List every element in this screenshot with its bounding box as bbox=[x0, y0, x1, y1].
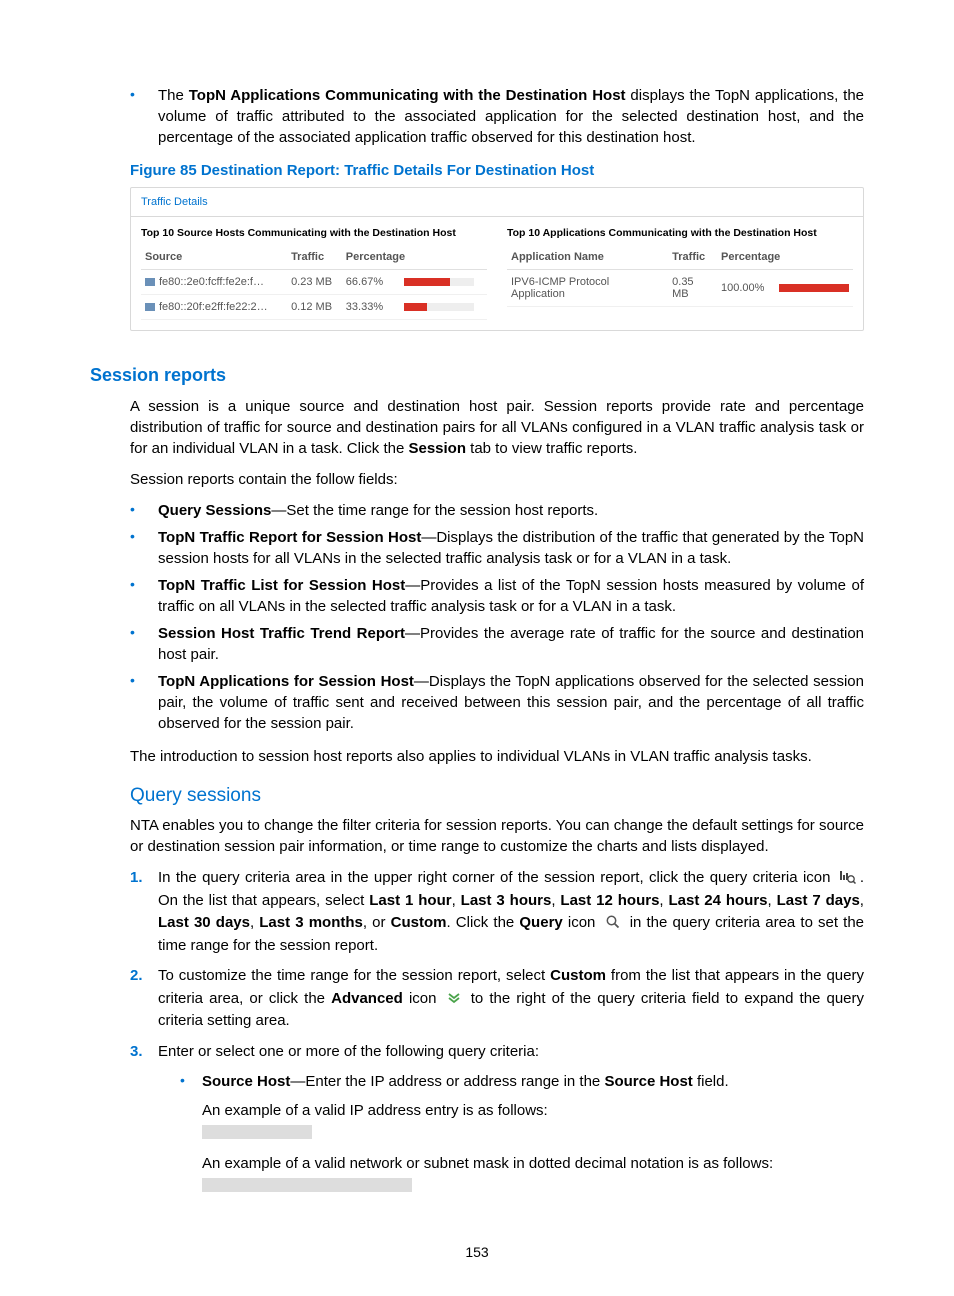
cell-source: fe80::2e0:fcff:fe2e:f… bbox=[141, 270, 287, 295]
search-icon bbox=[605, 914, 621, 930]
table-row: IPV6-ICMP Protocol Application0.35 MB100… bbox=[507, 270, 853, 307]
field-name: TopN Traffic List for Session Host bbox=[158, 577, 405, 594]
text: field. bbox=[693, 1073, 729, 1090]
figure-caption: Figure 85 Destination Report: Traffic De… bbox=[130, 162, 864, 179]
text: —Enter the IP address or address range i… bbox=[290, 1073, 604, 1090]
left-column: Top 10 Source Hosts Communicating with t… bbox=[141, 221, 487, 320]
cell-pct-bar bbox=[775, 270, 853, 307]
query-intro: NTA enables you to change the filter cri… bbox=[130, 815, 864, 857]
cell-traffic: 0.12 MB bbox=[287, 295, 342, 320]
field-item: Session Host Traffic Trend Report—Provid… bbox=[130, 623, 864, 665]
field-desc: —Set the time range for the session host… bbox=[271, 502, 598, 519]
field-name: Session Host Traffic Trend Report bbox=[158, 625, 405, 642]
field-name: TopN Applications for Session Host bbox=[158, 673, 414, 690]
bold-source-host: Source Host bbox=[202, 1073, 290, 1090]
right-column: Top 10 Applications Communicating with t… bbox=[507, 221, 853, 320]
text: icon bbox=[563, 914, 596, 931]
left-subtitle: Top 10 Source Hosts Communicating with t… bbox=[141, 221, 487, 245]
time-range-option: Last 1 hour bbox=[369, 892, 451, 909]
time-range-option: Last 3 hours bbox=[461, 892, 552, 909]
applications-table: Application Name Traffic Percentage IPV6… bbox=[507, 245, 853, 307]
field-name: Query Sessions bbox=[158, 502, 271, 519]
text: Enter or select one or more of the follo… bbox=[158, 1043, 539, 1060]
step-3: Enter or select one or more of the follo… bbox=[130, 1041, 864, 1207]
step-2: To customize the time range for the sess… bbox=[130, 965, 864, 1033]
field-item: TopN Traffic List for Session Host—Provi… bbox=[130, 575, 864, 617]
bold-custom: Custom bbox=[550, 967, 606, 984]
field-name: TopN Traffic Report for Session Host bbox=[158, 529, 421, 546]
table-row: fe80::20f:e2ff:fe22:2…0.12 MB33.33% bbox=[141, 295, 487, 320]
session-paragraph-2: Session reports contain the follow field… bbox=[130, 469, 864, 490]
session-intro-end: The introduction to session host reports… bbox=[130, 746, 864, 767]
bold-field: Source Host bbox=[604, 1073, 692, 1090]
page-number: 153 bbox=[0, 1244, 954, 1260]
example-2-placeholder bbox=[202, 1178, 412, 1192]
bold-tab-name: Session bbox=[408, 440, 466, 457]
cell-pct-bar bbox=[400, 270, 487, 295]
right-subtitle: Top 10 Applications Communicating with t… bbox=[507, 221, 853, 245]
example-1-placeholder bbox=[202, 1125, 312, 1139]
cell-appname: IPV6-ICMP Protocol Application bbox=[507, 270, 668, 307]
col-percentage: Percentage bbox=[717, 245, 853, 270]
text: icon bbox=[403, 990, 437, 1007]
time-range-option: Last 24 hours bbox=[669, 892, 768, 909]
step-1: In the query criteria area in the upper … bbox=[130, 867, 864, 957]
time-range-option: Last 12 hours bbox=[560, 892, 659, 909]
time-range-option: Last 30 days bbox=[158, 914, 250, 931]
session-reports-heading: Session reports bbox=[90, 365, 864, 386]
bold-query: Query bbox=[519, 914, 562, 931]
example-2-label: An example of a valid network or subnet … bbox=[202, 1153, 864, 1174]
col-traffic: Traffic bbox=[668, 245, 717, 270]
time-range-option: Last 3 months bbox=[259, 914, 363, 931]
bold-custom: Custom bbox=[391, 914, 447, 931]
field-item: TopN Applications for Session Host—Displ… bbox=[130, 671, 864, 734]
query-criteria-icon bbox=[840, 870, 856, 884]
session-paragraph-1: A session is a unique source and destina… bbox=[130, 396, 864, 459]
top-bullet-item: The TopN Applications Communicating with… bbox=[130, 85, 864, 148]
text: To customize the time range for the sess… bbox=[158, 967, 550, 984]
text: . Click the bbox=[446, 914, 519, 931]
text: In the query criteria area in the upper … bbox=[158, 869, 836, 886]
query-sessions-heading: Query sessions bbox=[130, 785, 864, 807]
step3-sublist: Source Host—Enter the IP address or addr… bbox=[180, 1071, 864, 1206]
host-icon bbox=[145, 303, 155, 311]
field-item: Query Sessions—Set the time range for th… bbox=[130, 500, 864, 521]
host-icon bbox=[145, 278, 155, 286]
bold-term: TopN Applications Communicating with the… bbox=[189, 87, 626, 104]
text: , or bbox=[363, 914, 391, 931]
fields-list: Query Sessions—Set the time range for th… bbox=[90, 500, 864, 734]
text: The bbox=[158, 87, 189, 104]
time-range-option: Last 7 days bbox=[777, 892, 860, 909]
table-row: fe80::2e0:fcff:fe2e:f…0.23 MB66.67% bbox=[141, 270, 487, 295]
cell-pct-text: 66.67% bbox=[342, 270, 400, 295]
example-1-label: An example of a valid IP address entry i… bbox=[202, 1100, 864, 1121]
cell-traffic: 0.23 MB bbox=[287, 270, 342, 295]
col-percentage: Percentage bbox=[342, 245, 487, 270]
top-bullet-list: The TopN Applications Communicating with… bbox=[90, 85, 864, 148]
field-item: TopN Traffic Report for Session Host—Dis… bbox=[130, 527, 864, 569]
text: tab to view traffic reports. bbox=[466, 440, 637, 457]
cell-source: fe80::20f:e2ff:fe22:2… bbox=[141, 295, 287, 320]
col-source: Source bbox=[141, 245, 287, 270]
panel-title: Traffic Details bbox=[131, 188, 863, 217]
steps-list: In the query criteria area in the upper … bbox=[90, 867, 864, 1206]
cell-pct-bar bbox=[400, 295, 487, 320]
col-traffic: Traffic bbox=[287, 245, 342, 270]
chevron-down-icon bbox=[447, 991, 461, 1005]
cell-traffic: 0.35 MB bbox=[668, 270, 717, 307]
traffic-details-panel: Traffic Details Top 10 Source Hosts Comm… bbox=[130, 187, 864, 331]
col-appname: Application Name bbox=[507, 245, 668, 270]
source-hosts-table: Source Traffic Percentage fe80::2e0:fcff… bbox=[141, 245, 487, 320]
sub-item-source-host: Source Host—Enter the IP address or addr… bbox=[180, 1071, 864, 1206]
cell-pct-text: 33.33% bbox=[342, 295, 400, 320]
bold-advanced: Advanced bbox=[331, 990, 403, 1007]
cell-pct-text: 100.00% bbox=[717, 270, 775, 307]
